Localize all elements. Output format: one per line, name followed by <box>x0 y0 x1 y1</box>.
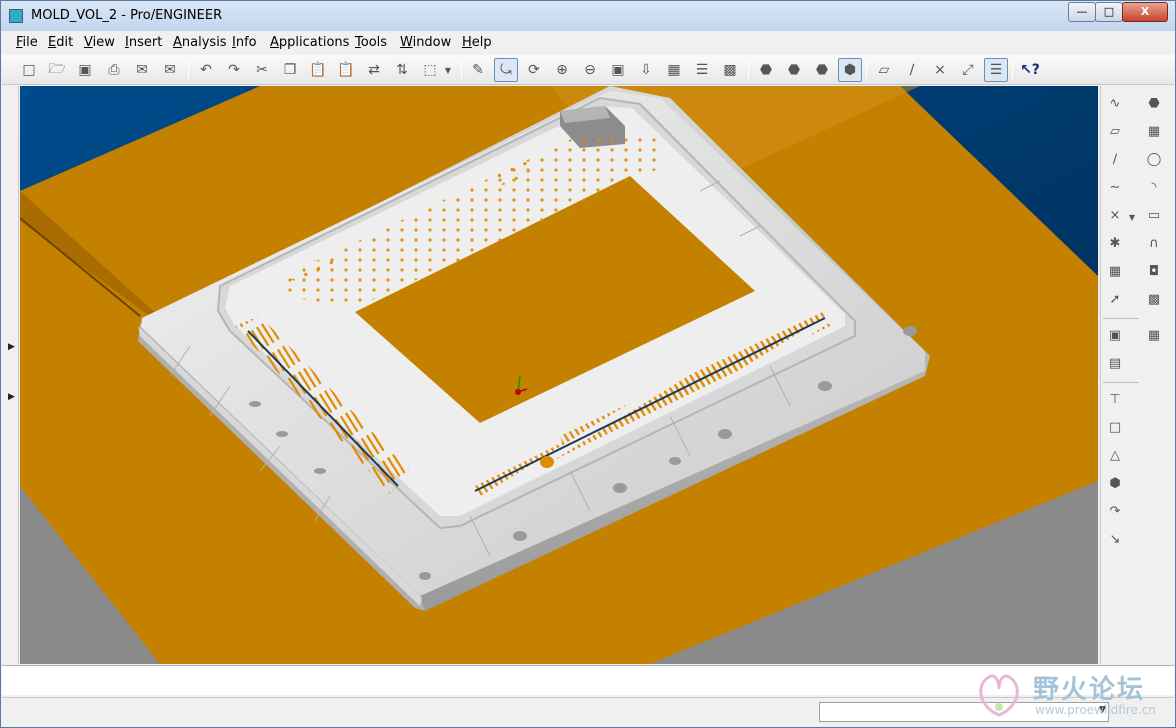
csys-icon[interactable]: ✱ <box>1104 232 1126 254</box>
cut-icon[interactable]: ✂ <box>250 58 274 82</box>
close-button[interactable]: X <box>1122 2 1168 22</box>
expand-arrow-icon[interactable]: ▶ <box>8 392 15 402</box>
proe-app-icon <box>9 9 23 23</box>
main-toolbar: □ 🗁 ▣ ⎙ ✉ ✉ ↶ ↷ ✂ ❐ 📋 📋 ⇄ ⇅ ⬚ ▼ ✎ ⤿ ⟳ ⊕ … <box>2 55 1174 85</box>
gate-mark <box>540 456 554 468</box>
shading-icon[interactable]: ⬢ <box>838 58 862 82</box>
volume-split-icon[interactable]: △ <box>1104 444 1126 466</box>
mold-model-view <box>20 86 1098 664</box>
selection-box-icon[interactable]: ⬚ <box>418 58 442 82</box>
water-line-icon[interactable]: ↘ <box>1104 528 1126 550</box>
new-file-icon[interactable]: □ <box>17 58 41 82</box>
orient-icon[interactable]: ⟳ <box>522 58 546 82</box>
shrinkage-icon[interactable]: ⊤ <box>1104 388 1126 410</box>
parting-surface-icon[interactable]: □ <box>1104 416 1126 438</box>
plane-icon[interactable]: ▱ <box>1104 120 1126 142</box>
cavity-layout-icon[interactable]: ⬣ <box>1143 92 1165 114</box>
watermark-text: 野火论坛 <box>1033 675 1146 705</box>
reorient-icon[interactable]: ⇩ <box>634 58 658 82</box>
expand-arrow-icon[interactable]: ▶ <box>8 342 15 352</box>
datum-axes-icon[interactable]: ∕ <box>900 58 924 82</box>
menu-window[interactable]: Window <box>400 35 451 50</box>
menu-analysis[interactable]: Analysis <box>173 35 227 50</box>
analysis-icon[interactable]: ▦ <box>1104 260 1126 282</box>
coordinate-systems-icon[interactable]: ⤢ <box>956 58 980 82</box>
extrude-icon[interactable]: ▦ <box>1143 120 1165 142</box>
redo-icon[interactable]: ↷ <box>222 58 246 82</box>
annotations-icon[interactable]: ☰ <box>984 58 1008 82</box>
refit-icon[interactable]: ▣ <box>606 58 630 82</box>
regen-manager-icon[interactable]: ⇅ <box>390 58 414 82</box>
menu-tools[interactable]: Tools <box>355 35 387 50</box>
undo-icon[interactable]: ↶ <box>194 58 218 82</box>
chamfer-icon[interactable]: ◘ <box>1143 260 1165 282</box>
curve-icon[interactable]: ∼ <box>1104 176 1126 198</box>
hidden-line-icon[interactable]: ⬣ <box>782 58 806 82</box>
menu-insert[interactable]: Insert <box>125 35 162 50</box>
paste-special-icon[interactable]: 📋 <box>334 58 358 82</box>
open-icon[interactable]: 🗁 <box>45 58 69 82</box>
repaint-icon[interactable]: ✎ <box>466 58 490 82</box>
menu-applications[interactable]: Applications <box>270 35 349 50</box>
runner-icon[interactable]: ↷ <box>1104 500 1126 522</box>
maximize-button[interactable]: □ <box>1095 2 1123 22</box>
mold-component-icon[interactable]: ▣ <box>1104 324 1126 346</box>
point-dropdown-icon[interactable]: ▼ <box>1126 206 1138 228</box>
menu-view[interactable]: View <box>84 35 115 50</box>
wireframe-icon[interactable]: ⬣ <box>754 58 778 82</box>
pattern-icon[interactable]: ▦ <box>1143 324 1165 346</box>
email-link-icon[interactable]: ✉ <box>158 58 182 82</box>
layers-icon[interactable]: ☰ <box>690 58 714 82</box>
navigator-strip: ▶ ▶ <box>2 86 19 664</box>
draft-icon[interactable]: ▩ <box>1143 288 1165 310</box>
revolve-icon[interactable]: ◯ <box>1143 148 1165 170</box>
title-bar[interactable]: MOLD_VOL_2 - Pro/ENGINEER — □ X <box>1 1 1175 31</box>
saved-views-icon[interactable]: ▦ <box>662 58 686 82</box>
point-icon[interactable]: × <box>1104 204 1126 226</box>
email-icon[interactable]: ✉ <box>130 58 154 82</box>
paste-icon[interactable]: 📋 <box>306 58 330 82</box>
zoom-in-icon[interactable]: ⊕ <box>550 58 574 82</box>
sketch-icon[interactable]: ∿ <box>1104 92 1126 114</box>
mold-volume-icon[interactable]: ⬢ <box>1104 472 1126 494</box>
feature-toolbar: ∿ ▱ ∕ ∼ × ▼ ✱ ▦ ➚ ▣ ▤ ⊤ □ △ ⬢ ↷ ↘ ⬣ ▦ ◯ … <box>1100 86 1175 664</box>
zoom-out-icon[interactable]: ⊖ <box>578 58 602 82</box>
spin-center-icon[interactable]: ⤿ <box>494 58 518 82</box>
print-icon[interactable]: ⎙ <box>102 58 126 82</box>
watermark: 野火论坛 www.proewildfire.cn <box>965 663 1175 725</box>
no-hidden-icon[interactable]: ⬣ <box>810 58 834 82</box>
watermark-url: www.proewildfire.cn <box>1035 703 1156 717</box>
axis-icon[interactable]: ∕ <box>1104 148 1126 170</box>
minimize-button[interactable]: — <box>1068 2 1096 22</box>
view-manager-icon[interactable]: ▩ <box>718 58 742 82</box>
application-window: MOLD_VOL_2 - Pro/ENGINEER — □ X File Edi… <box>0 0 1176 728</box>
menu-help[interactable]: Help <box>462 35 492 50</box>
blend-icon[interactable]: ▭ <box>1143 204 1165 226</box>
dropdown-icon[interactable]: ▼ <box>441 58 455 82</box>
datum-planes-icon[interactable]: ▱ <box>872 58 896 82</box>
sweep-icon[interactable]: ◝ <box>1143 176 1165 198</box>
csys-origin <box>515 389 521 395</box>
round-icon[interactable]: ∩ <box>1143 232 1165 254</box>
menu-file[interactable]: File <box>16 35 38 50</box>
window-title: MOLD_VOL_2 - Pro/ENGINEER <box>31 8 223 23</box>
watermark-logo-icon <box>979 674 1019 717</box>
menu-bar: File Edit View Insert Analysis Info Appl… <box>2 32 1174 54</box>
whats-this-icon[interactable]: ↖? <box>1018 58 1042 82</box>
reference-icon[interactable]: ➚ <box>1104 288 1126 310</box>
graphics-window[interactable] <box>20 86 1098 664</box>
menu-edit[interactable]: Edit <box>48 35 73 50</box>
menu-info[interactable]: Info <box>232 35 257 50</box>
copy-icon[interactable]: ❐ <box>278 58 302 82</box>
save-icon[interactable]: ▣ <box>73 58 97 82</box>
datum-points-icon[interactable]: × <box>928 58 952 82</box>
regenerate-icon[interactable]: ⇄ <box>362 58 386 82</box>
workpiece-icon[interactable]: ▤ <box>1104 352 1126 374</box>
